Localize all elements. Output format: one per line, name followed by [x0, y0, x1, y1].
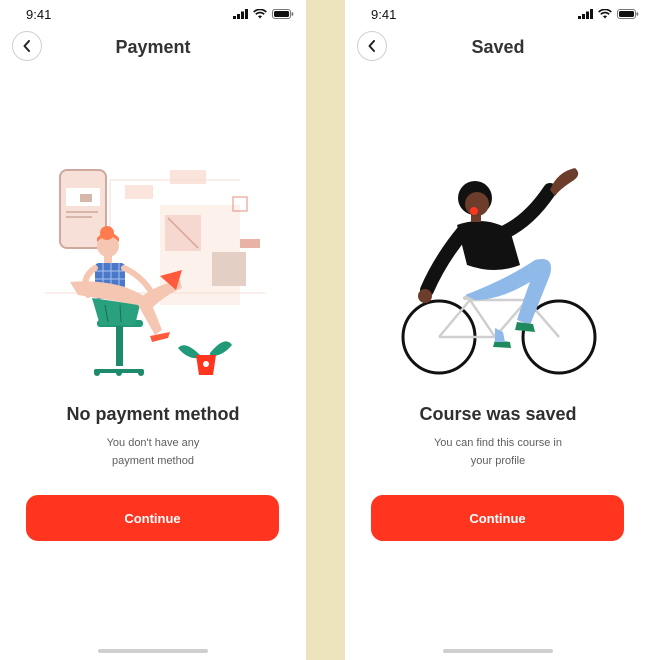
continue-button[interactable]: Continue — [371, 495, 624, 541]
confirmation-description: You can find this course in your profile — [405, 434, 591, 470]
status-icons — [233, 9, 294, 19]
empty-state-description: You don't have any payment method — [60, 434, 246, 470]
battery-icon — [617, 9, 639, 19]
description-line-2: your profile — [470, 455, 526, 467]
confirmation-headline: Course was saved — [419, 404, 577, 424]
battery-icon — [272, 9, 294, 19]
saved-screen: 9:41 Saved Course was saved You can find… — [345, 0, 651, 660]
status-time: 9:41 — [371, 7, 397, 22]
status-time: 9:41 — [26, 7, 52, 22]
empty-state-headline: No payment method — [66, 404, 240, 424]
wifi-icon — [598, 9, 612, 19]
page-title: Saved — [471, 37, 525, 57]
status-bar: 9:41 — [345, 0, 651, 30]
status-icons — [578, 9, 639, 19]
page-title: Payment — [115, 37, 191, 57]
description-line-1: You don't have any — [106, 437, 200, 449]
wifi-icon — [253, 9, 267, 19]
signal-icon — [233, 9, 248, 19]
person-sitting-with-phone-illustration — [45, 169, 265, 376]
home-indicator[interactable] — [443, 649, 553, 653]
signal-icon — [578, 9, 593, 19]
description-line-1: You can find this course in — [433, 437, 562, 449]
continue-button[interactable]: Continue — [26, 495, 279, 541]
home-indicator[interactable] — [98, 649, 208, 653]
person-riding-bicycle-illustration — [401, 168, 597, 375]
payment-screen: 9:41 Payment No payment method You don't… — [0, 0, 306, 660]
status-bar: 9:41 — [0, 0, 306, 30]
description-line-2: payment method — [112, 455, 194, 467]
